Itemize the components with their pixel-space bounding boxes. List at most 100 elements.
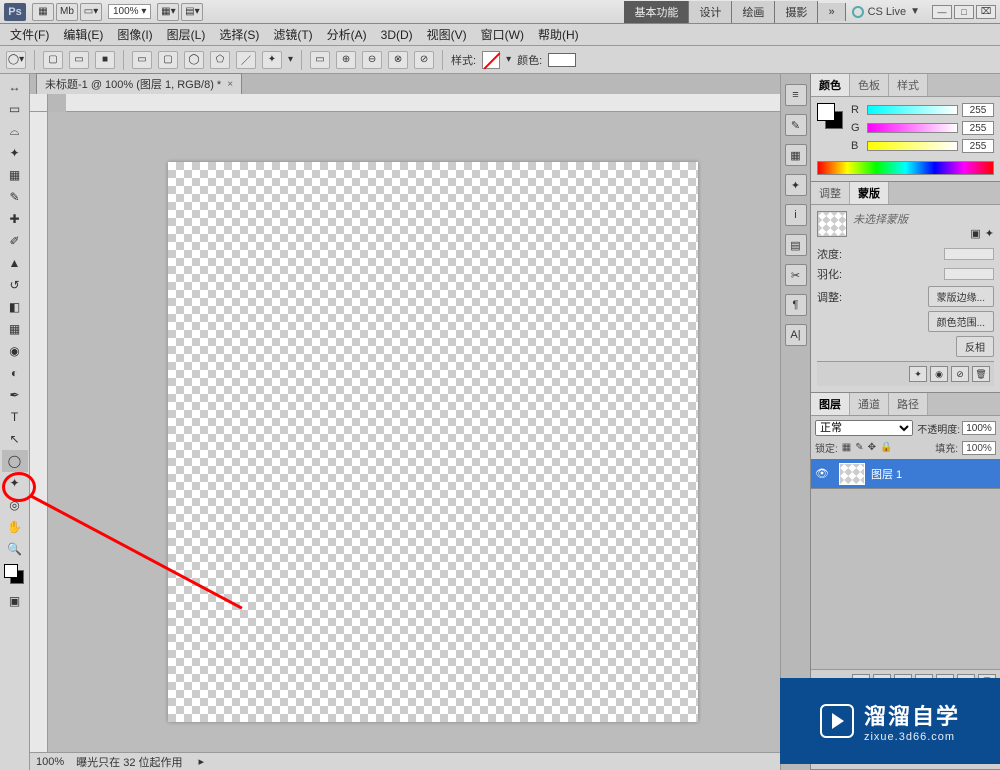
move-tool-icon[interactable]: ↔ [2, 76, 28, 98]
g-value[interactable]: 255 [962, 121, 994, 135]
layer-thumbnail[interactable] [839, 463, 865, 485]
r-slider[interactable] [867, 105, 958, 115]
document-tab[interactable]: 未标题-1 @ 100% (图层 1, RGB/8) * × [36, 73, 242, 94]
blend-mode-select[interactable]: 正常 [815, 420, 913, 436]
cslive-button[interactable]: CS Live ▼ [852, 6, 920, 18]
mask-edge-button[interactable]: 蒙版边缘... [928, 286, 994, 307]
path-exclude-icon[interactable]: ⊘ [414, 51, 434, 69]
brush-tool-icon[interactable]: ✐ [2, 230, 28, 252]
brush-presets-panel-icon[interactable]: ▦ [785, 144, 807, 166]
feather-field[interactable] [944, 268, 994, 280]
paths-icon[interactable]: ▭ [69, 51, 89, 69]
shape-layers-icon[interactable]: ▢ [43, 51, 63, 69]
workspace-tab-photography[interactable]: 摄影 [775, 1, 818, 23]
maximize-button[interactable]: □ [954, 5, 974, 19]
workspace-tab-essentials[interactable]: 基本功能 [624, 1, 689, 23]
panel-fg-swatch[interactable] [817, 103, 835, 121]
screen-mode-icon[interactable]: ▭▾ [80, 3, 102, 21]
disable-mask-icon[interactable]: ⊘ [951, 366, 969, 382]
path-new-icon[interactable]: ▭ [310, 51, 330, 69]
zoom-tool-icon[interactable]: 🔍 [2, 538, 28, 560]
menu-analysis[interactable]: 分析(A) [321, 24, 373, 45]
minibridge-icon[interactable]: Mb [56, 3, 78, 21]
shape-color-swatch[interactable] [548, 53, 576, 67]
wand-tool-icon[interactable]: ✦ [2, 142, 28, 164]
density-field[interactable] [944, 248, 994, 260]
dodge-tool-icon[interactable]: ◐ [2, 362, 28, 384]
menu-layer[interactable]: 图层(L) [161, 24, 212, 45]
quick-mask-icon[interactable]: ▣ [2, 590, 28, 612]
shape-custom-icon[interactable]: ✦ [262, 51, 282, 69]
menu-image[interactable]: 图像(I) [111, 24, 158, 45]
path-subtract-icon[interactable]: ⊖ [362, 51, 382, 69]
menu-help[interactable]: 帮助(H) [532, 24, 585, 45]
layer-item[interactable]: 👁 图层 1 [811, 459, 1000, 489]
ruler-horizontal[interactable] [66, 94, 780, 112]
clone-source-panel-icon[interactable]: ✦ [785, 174, 807, 196]
arrange-icon[interactable]: ▦▾ [157, 3, 179, 21]
path-add-icon[interactable]: ⊕ [336, 51, 356, 69]
bridge-icon[interactable]: ▦ [32, 3, 54, 21]
extras-icon[interactable]: ▤▾ [181, 3, 203, 21]
swatches-panel-icon[interactable]: ▤ [785, 234, 807, 256]
lock-all-icon[interactable]: 🔒 [880, 442, 892, 453]
marquee-tool-icon[interactable]: ▭ [2, 98, 28, 120]
mask-from-selection-icon[interactable]: ✦ [909, 366, 927, 382]
g-slider[interactable] [867, 123, 958, 133]
menu-3d[interactable]: 3D(D) [375, 26, 419, 44]
lock-transparency-icon[interactable]: ▦ [842, 442, 851, 453]
status-zoom[interactable]: 100% [36, 756, 64, 768]
3d-tool-icon[interactable]: ✦ [2, 472, 28, 494]
style-none-icon[interactable] [482, 51, 500, 69]
tab-color[interactable]: 颜色 [811, 74, 850, 96]
zoom-level[interactable]: 100% ▾ [108, 4, 151, 19]
tab-swatches[interactable]: 色板 [850, 74, 889, 96]
pixel-mask-icon[interactable]: ▣ [970, 227, 980, 240]
eraser-tool-icon[interactable]: ◧ [2, 296, 28, 318]
ruler-vertical[interactable] [30, 112, 48, 752]
tab-channels[interactable]: 通道 [850, 393, 889, 415]
workspace-tab-design[interactable]: 设计 [689, 1, 732, 23]
healing-tool-icon[interactable]: ✚ [2, 208, 28, 230]
shape-tool-icon[interactable]: ◯ [2, 450, 28, 472]
pen-tool-icon[interactable]: ✒ [2, 384, 28, 406]
menu-window[interactable]: 窗口(W) [475, 24, 530, 45]
tool-presets-panel-icon[interactable]: ✂ [785, 264, 807, 286]
shape-roundrect-icon[interactable]: ▢ [158, 51, 178, 69]
b-slider[interactable] [867, 141, 958, 151]
hand-tool-icon[interactable]: ✋ [2, 516, 28, 538]
path-select-tool-icon[interactable]: ↖ [2, 428, 28, 450]
3d-camera-tool-icon[interactable]: ◎ [2, 494, 28, 516]
canvas[interactable] [168, 162, 698, 722]
current-tool-icon[interactable]: ◯▾ [6, 51, 26, 69]
tab-masks[interactable]: 蒙版 [850, 182, 889, 204]
menu-filter[interactable]: 滤镜(T) [267, 24, 318, 45]
tab-adjustments[interactable]: 调整 [811, 182, 850, 204]
menu-edit[interactable]: 编辑(E) [57, 24, 109, 45]
spectrum-ramp[interactable] [817, 161, 994, 175]
fill-value[interactable]: 100% [962, 441, 996, 455]
history-panel-icon[interactable]: ≡ [785, 84, 807, 106]
lasso-tool-icon[interactable]: ⌓ [2, 120, 28, 142]
path-intersect-icon[interactable]: ⊗ [388, 51, 408, 69]
eyedropper-tool-icon[interactable]: ✎ [2, 186, 28, 208]
ruler-origin[interactable] [30, 94, 48, 112]
color-swatches[interactable] [0, 564, 29, 590]
gradient-tool-icon[interactable]: ▦ [2, 318, 28, 340]
layer-name[interactable]: 图层 1 [871, 466, 902, 482]
brush-panel-icon[interactable]: ✎ [785, 114, 807, 136]
shape-line-icon[interactable]: ／ [236, 51, 256, 69]
tab-paths[interactable]: 路径 [889, 393, 928, 415]
menu-view[interactable]: 视图(V) [421, 24, 473, 45]
character-panel-icon[interactable]: A| [785, 324, 807, 346]
shape-rect-icon[interactable]: ▭ [132, 51, 152, 69]
shape-ellipse-icon[interactable]: ◯ [184, 51, 204, 69]
workspace-more[interactable]: » [818, 3, 845, 21]
close-tab-icon[interactable]: × [227, 79, 233, 90]
color-panel-swatches[interactable] [817, 103, 845, 131]
crop-tool-icon[interactable]: ▦ [2, 164, 28, 186]
menu-file[interactable]: 文件(F) [4, 24, 55, 45]
tab-layers[interactable]: 图层 [811, 393, 850, 415]
b-value[interactable]: 255 [962, 139, 994, 153]
minimize-button[interactable]: — [932, 5, 952, 19]
